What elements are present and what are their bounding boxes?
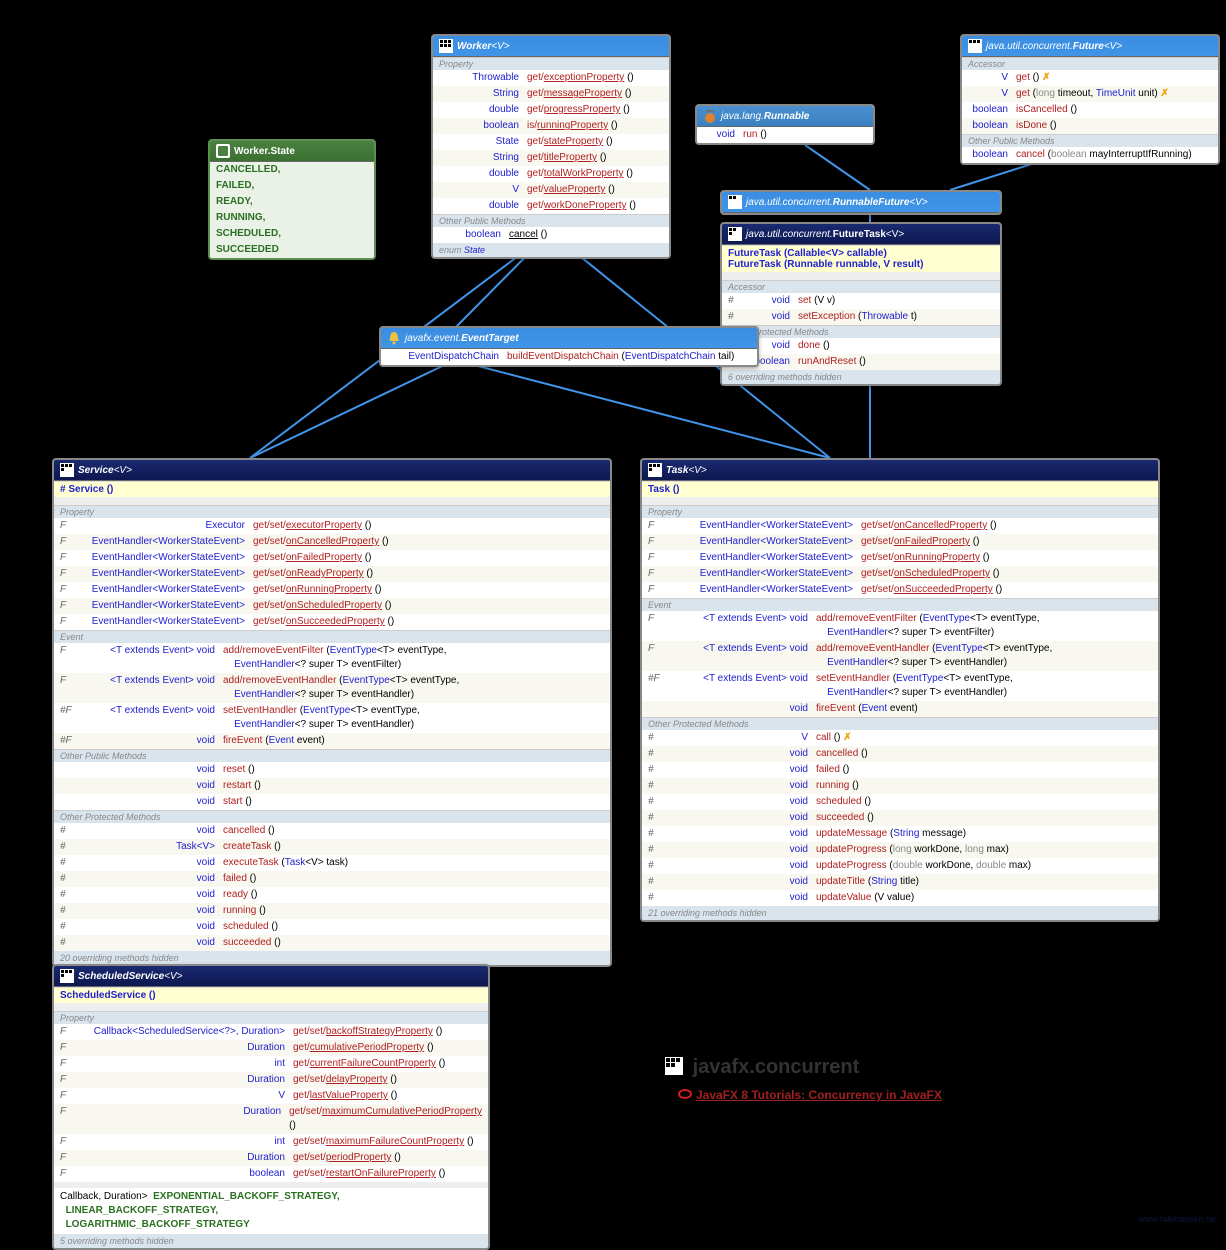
task-prots: #Vcall () ✗#voidcancelled ()#voidfailed …: [642, 730, 1158, 906]
future-rows2: booleancancel (boolean mayInterruptIfRun…: [962, 147, 1218, 163]
pkg-title: javafx.concurrent: [665, 1056, 859, 1079]
service-generic: <V>: [114, 465, 132, 476]
runnablefuture-header: java.util.concurrent.RunnableFuture<V>: [722, 192, 1000, 213]
task-generic: <V>: [688, 465, 706, 476]
section-prot: Other Protected Methods: [642, 717, 1158, 730]
ft-rows: #voidset (V v)#voidsetException (Throwab…: [722, 293, 1000, 325]
et-row: EventDispatchChainbuildEventDispatchChai…: [381, 349, 757, 365]
svc-props: FExecutorget/set/executorProperty ()FEve…: [54, 518, 610, 630]
task-box: Task<V> Task () Property FEventHandler<W…: [640, 458, 1160, 922]
interface-icon: [968, 39, 982, 53]
task-foot: 21 overriding methods hidden: [642, 906, 1158, 920]
futuretask-box: java.util.concurrent.FutureTask<V> Futur…: [720, 222, 1002, 386]
future-title: Future: [1073, 41, 1104, 52]
section-other: Other Public Methods: [54, 749, 610, 762]
runnable-header: java.lang.Runnable: [697, 106, 873, 127]
section-prot: Other Protected Methods: [54, 810, 610, 823]
svc-events: F<T extends Event> voidadd/removeEventFi…: [54, 643, 610, 749]
bell-icon: [387, 331, 401, 345]
service-title: Service: [78, 465, 114, 476]
ss-header: ScheduledService<V>: [54, 966, 488, 987]
runnable-row: voidrun (): [697, 127, 873, 143]
ss-foot: 5 overriding methods hidden: [54, 1234, 488, 1248]
section-prop: Property: [54, 1011, 488, 1024]
svc-constr: # Service (): [54, 481, 610, 497]
task-events: F<T extends Event> voidadd/removeEventFi…: [642, 611, 1158, 717]
task-title: Task: [666, 465, 688, 476]
worker-state-header: Worker.State: [210, 141, 374, 162]
et-title: EventTarget: [461, 333, 518, 344]
ft-pkg: java.util.concurrent.: [746, 229, 833, 240]
section-event: Event: [642, 598, 1158, 611]
runnable-box: java.lang.Runnable voidrun (): [695, 104, 875, 145]
runnablefuture-box: java.util.concurrent.RunnableFuture<V>: [720, 190, 1002, 215]
worker-box: Worker<V> Property Throwableget/exceptio…: [431, 34, 671, 259]
ft-foot: 6 overriding methods hidden: [722, 370, 1000, 384]
section-accessor: Accessor: [722, 280, 1000, 293]
worker-foot: enum State: [433, 243, 669, 257]
oracle-icon: [678, 1088, 692, 1100]
worker-header: Worker<V>: [433, 36, 669, 57]
class-icon: [728, 227, 742, 241]
runnable-pkg: java.lang.: [721, 111, 764, 122]
ft-rows2: #voiddone ()#booleanrunAndReset (): [722, 338, 1000, 370]
worker-state-items: CANCELLED,FAILED,READY,RUNNING,SCHEDULED…: [210, 162, 374, 258]
future-box: java.util.concurrent.Future<V> Accessor …: [960, 34, 1220, 165]
ss-generic: <V>: [164, 971, 182, 982]
ss-title: ScheduledService: [78, 971, 164, 982]
class-icon: [60, 463, 74, 477]
rf-pkg: java.util.concurrent.: [746, 197, 833, 208]
watermark: www.falkhausen.de: [1138, 1214, 1216, 1224]
tutorial-link[interactable]: JavaFX 8 Tutorials: Concurrency in JavaF…: [678, 1088, 942, 1102]
ft-constr: FutureTask (Callable<V> callable)FutureT…: [722, 245, 1000, 272]
future-generic: <V>: [1104, 41, 1122, 52]
worker-state-title: Worker.State: [234, 146, 295, 157]
futuretask-header: java.util.concurrent.FutureTask<V>: [722, 224, 1000, 245]
task-constr: Task (): [642, 481, 1158, 497]
service-box: Service<V> # Service () Property FExecut…: [52, 458, 612, 967]
service-header: Service<V>: [54, 460, 610, 481]
scheduledservice-box: ScheduledService<V> ScheduledService () …: [52, 964, 490, 1250]
class-icon: [60, 969, 74, 983]
runnable-title: Runnable: [764, 111, 810, 122]
ft-generic: <V>: [886, 229, 904, 240]
interface-icon: [439, 39, 453, 53]
worker-title: Worker: [457, 41, 491, 52]
ss-constr: ScheduledService (): [54, 987, 488, 1003]
section-accessor: Accessor: [962, 57, 1218, 70]
worker-props: Throwableget/exceptionProperty ()Stringg…: [433, 70, 669, 214]
rf-generic: <V>: [909, 197, 927, 208]
ss-consts: Callback, Duration> EXPONENTIAL_BACKOFF_…: [54, 1188, 488, 1234]
worker-state-box: Worker.State CANCELLED,FAILED,READY,RUNN…: [208, 139, 376, 260]
ft-title: FutureTask: [833, 229, 886, 240]
worker-other: booleancancel (): [433, 227, 669, 243]
svc-others: voidreset ()voidrestart ()voidstart (): [54, 762, 610, 810]
ss-props: FCallback<ScheduledService<?>, Duration>…: [54, 1024, 488, 1182]
eventtarget-box: javafx.event.EventTarget EventDispatchCh…: [379, 326, 759, 367]
worker-generic: <V>: [491, 41, 509, 52]
enum-icon: [216, 144, 230, 158]
java-icon: [703, 109, 717, 123]
task-props: FEventHandler<WorkerStateEvent>get/set/o…: [642, 518, 1158, 598]
task-header: Task<V>: [642, 460, 1158, 481]
svc-foot: 20 overriding methods hidden: [54, 951, 610, 965]
class-icon: [648, 463, 662, 477]
et-pkg: javafx.event.: [405, 333, 461, 344]
interface-icon: [728, 195, 742, 209]
future-header: java.util.concurrent.Future<V>: [962, 36, 1218, 57]
section-prop: Property: [642, 505, 1158, 518]
eventtarget-header: javafx.event.EventTarget: [381, 328, 757, 349]
section-event: Event: [54, 630, 610, 643]
future-rows: Vget () ✗Vget (long timeout, TimeUnit un…: [962, 70, 1218, 134]
section-other: Other Public Methods: [433, 214, 669, 227]
pkg-icon: [665, 1057, 683, 1075]
section-property: Property: [433, 57, 669, 70]
section-other: Other Public Methods: [962, 134, 1218, 147]
svc-prots: #voidcancelled ()#Task<V>createTask ()#v…: [54, 823, 610, 951]
rf-title: RunnableFuture: [833, 197, 910, 208]
section-prot: Other Protected Methods: [722, 325, 1000, 338]
section-prop: Property: [54, 505, 610, 518]
future-pkg: java.util.concurrent.: [986, 41, 1073, 52]
